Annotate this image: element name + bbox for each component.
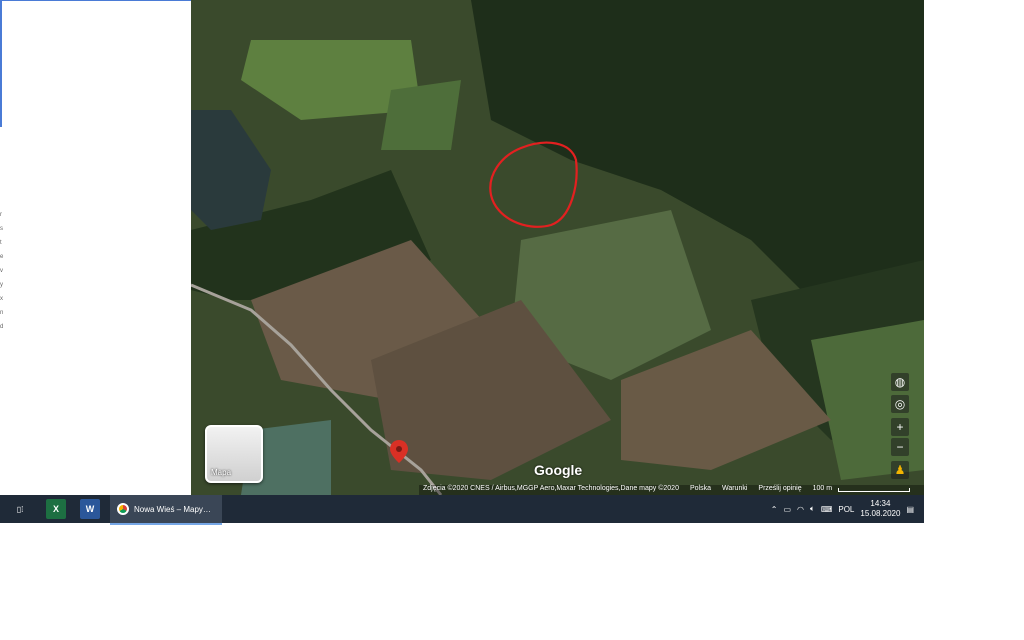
word-icon[interactable]: W [80,499,100,519]
excel-icon[interactable]: X [46,499,66,519]
panel-text-fragments: r s t e v y x n d [0,208,6,334]
satellite-map[interactable]: ◍ ◎ + − ♟ Mapa Google Zdjęcia ©2020 CNES… [191,0,924,495]
scale-bar [838,488,910,492]
google-logo: Google [534,462,583,478]
clock-date: 15.08.2020 [860,509,901,518]
my-location-icon[interactable]: ◎ [891,395,909,413]
clock-time: 14:34 [870,499,891,508]
wifi-icon[interactable]: ◠ [797,505,804,514]
zoom-in-button[interactable]: + [891,418,909,436]
zoom-out-button[interactable]: − [891,438,909,456]
battery-icon[interactable]: ▭ [783,505,791,514]
windows-taskbar: ▯⁞ X W Nowa Wieś – Mapy… ⌃ ▭ ◠ 🔈︎ ⌨ POL … [0,495,924,525]
task-view-icon[interactable]: ▯⁞ [10,499,30,519]
panel-top-border [0,0,191,1]
fragment: v [0,268,3,274]
layer-button-label: Mapa [211,468,232,477]
scale-label[interactable]: 100 m [813,485,832,495]
fragment: x [0,296,3,302]
attribution-text: Zdjęcia ©2020 CNES / Airbus,MGGP Aero,Ma… [423,485,679,492]
fragment: t [0,240,2,246]
fragment: n [0,310,4,316]
fragment: d [0,324,4,330]
link-terms[interactable]: Warunki [722,485,747,495]
chrome-taskbar-button[interactable]: Nowa Wieś – Mapy… [110,495,222,525]
keyboard-icon[interactable]: ⌨ [821,505,833,514]
globe-icon[interactable]: ◍ [891,373,909,391]
panel-left-border [0,0,2,127]
fragment: e [0,254,4,260]
left-panel: r s t e v y x n d [0,0,191,495]
chevron-up-icon[interactable]: ⌃ [771,505,778,514]
clock[interactable]: 14:34 15.08.2020 [860,499,900,519]
volume-icon[interactable]: 🔈︎ [810,504,815,514]
chrome-icon [117,503,129,515]
map-layer-button[interactable]: Mapa [205,425,263,483]
link-country[interactable]: Polska [690,485,711,495]
fragment: r [0,212,2,218]
system-tray: ⌃ ▭ ◠ 🔈︎ ⌨ POL 14:34 15.08.2020 ▤ [771,495,924,523]
active-window-title: Nowa Wieś – Mapy… [134,504,211,514]
street-view-pegman-icon[interactable]: ♟ [891,461,909,479]
language-indicator[interactable]: POL [838,505,854,514]
link-feedback[interactable]: Prześlij opinię [758,485,801,495]
satellite-imagery [191,0,924,495]
notification-icon[interactable]: ▤ [906,505,914,514]
fragment: s [0,226,3,232]
fragment: y [0,282,3,288]
